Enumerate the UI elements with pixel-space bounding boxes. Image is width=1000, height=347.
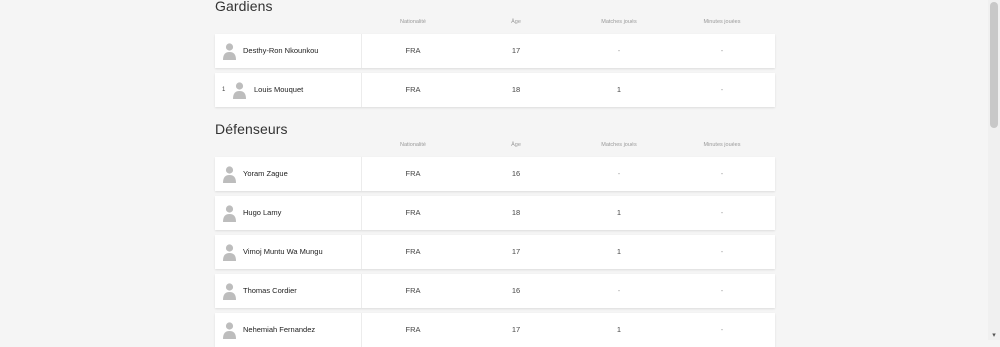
col-header-matches: Matches joués xyxy=(601,19,637,25)
player-nationality: FRA xyxy=(405,169,421,178)
section-title-defenseurs: Défenseurs xyxy=(215,121,288,137)
scrollbar-thumb[interactable] xyxy=(990,2,998,128)
row-divider xyxy=(361,73,362,107)
player-name[interactable]: Nehemiah Fernandez xyxy=(243,313,315,347)
player-name[interactable]: Vimoj Muntu Wa Mungu xyxy=(243,235,323,269)
player-age: 18 xyxy=(511,208,521,217)
player-matches: 1 xyxy=(616,85,622,94)
player-minutes: - xyxy=(720,325,724,334)
row-divider xyxy=(361,313,362,347)
row-divider xyxy=(361,196,362,230)
player-minutes: - xyxy=(720,247,724,256)
player-name[interactable]: Desthy-Ron Nkounkou xyxy=(243,34,318,68)
col-header-age: Âge xyxy=(511,142,521,148)
col-header-matches: Matches joués xyxy=(601,142,637,148)
player-name[interactable]: Hugo Lamy xyxy=(243,196,281,230)
player-minutes: - xyxy=(720,46,724,55)
col-header-nationality: Nationalité xyxy=(400,19,426,25)
player-nationality: FRA xyxy=(405,46,421,55)
player-number: 1 xyxy=(222,87,226,93)
player-row[interactable]: Yoram Zague FRA 16 - - xyxy=(215,157,775,191)
player-nationality: FRA xyxy=(405,325,421,334)
player-avatar-placeholder-icon xyxy=(223,166,236,183)
player-age: 17 xyxy=(511,325,521,334)
player-avatar-placeholder-icon xyxy=(223,43,236,60)
player-row[interactable]: Hugo Lamy FRA 18 1 - xyxy=(215,196,775,230)
player-matches: - xyxy=(617,169,621,178)
player-matches: - xyxy=(617,46,621,55)
col-header-age: Âge xyxy=(511,19,521,25)
player-name[interactable]: Thomas Cordier xyxy=(243,274,297,308)
player-name[interactable]: Louis Mouquet xyxy=(254,73,303,107)
player-matches: - xyxy=(617,286,621,295)
player-row[interactable]: Vimoj Muntu Wa Mungu FRA 17 1 - xyxy=(215,235,775,269)
player-minutes: - xyxy=(720,169,724,178)
row-divider xyxy=(361,235,362,269)
column-headers-defenseurs: Nationalité Âge Matches joués Minutes jo… xyxy=(215,142,775,152)
player-age: 17 xyxy=(511,247,521,256)
player-age: 18 xyxy=(511,85,521,94)
column-headers-gardiens: Nationalité Âge Matches joués Minutes jo… xyxy=(215,19,775,29)
player-avatar-placeholder-icon xyxy=(233,82,246,99)
player-row[interactable]: Thomas Cordier FRA 16 - - xyxy=(215,274,775,308)
col-header-nationality: Nationalité xyxy=(400,142,426,148)
player-minutes: - xyxy=(720,85,724,94)
vertical-scrollbar[interactable]: ▾ xyxy=(988,0,1000,340)
player-avatar-placeholder-icon xyxy=(223,283,236,300)
player-matches: 1 xyxy=(616,325,622,334)
row-divider xyxy=(361,274,362,308)
player-row[interactable]: Desthy-Ron Nkounkou FRA 17 - - xyxy=(215,34,775,68)
col-header-minutes: Minutes jouées xyxy=(703,142,741,148)
player-minutes: - xyxy=(720,286,724,295)
row-divider xyxy=(361,157,362,191)
player-avatar-placeholder-icon xyxy=(223,205,236,222)
player-name[interactable]: Yoram Zague xyxy=(243,157,288,191)
section-title-gardiens: Gardiens xyxy=(215,0,273,14)
player-avatar-placeholder-icon xyxy=(223,322,236,339)
col-header-minutes: Minutes jouées xyxy=(703,19,741,25)
player-avatar-placeholder-icon xyxy=(223,244,236,261)
player-matches: 1 xyxy=(616,247,622,256)
player-nationality: FRA xyxy=(405,85,421,94)
player-matches: 1 xyxy=(616,208,622,217)
player-nationality: FRA xyxy=(405,247,421,256)
player-nationality: FRA xyxy=(405,286,421,295)
player-minutes: - xyxy=(720,208,724,217)
player-age: 17 xyxy=(511,46,521,55)
player-age: 16 xyxy=(511,286,521,295)
row-divider xyxy=(361,34,362,68)
player-row[interactable]: 1 Louis Mouquet FRA 18 1 - xyxy=(215,73,775,107)
player-row[interactable]: Nehemiah Fernandez FRA 17 1 - xyxy=(215,313,775,347)
chevron-down-icon[interactable]: ▾ xyxy=(990,332,998,340)
player-age: 16 xyxy=(511,169,521,178)
player-nationality: FRA xyxy=(405,208,421,217)
